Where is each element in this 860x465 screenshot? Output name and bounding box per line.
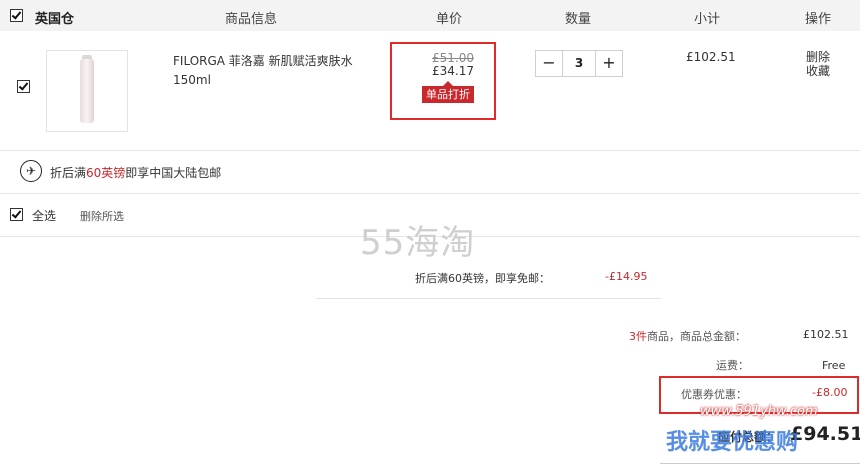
product-image[interactable]	[46, 50, 128, 132]
shipping-threshold: 60英镑	[86, 166, 126, 180]
coupon-value: -£8.00	[812, 386, 848, 399]
qty-minus-button[interactable]: −	[536, 51, 562, 76]
col-header-info: 商品信息	[225, 12, 278, 27]
watermark-55haitao: 55海淘	[360, 223, 476, 263]
goods-count: 3件商品，商品总金额：	[629, 328, 746, 344]
shipping-notice: 折后满60英镑即享中国大陆包邮	[50, 164, 221, 181]
select-all-checkbox[interactable]	[10, 208, 23, 221]
summary-divider	[316, 298, 661, 299]
free-shipping-value: -£14.95	[605, 270, 648, 283]
overlay-site-url: www.591yhw.com	[700, 404, 818, 419]
row-divider	[0, 150, 860, 151]
cart-header: 英国仓 商品信息 单价 数量 小计 操作	[0, 0, 860, 31]
item-subtotal: £102.51	[686, 50, 736, 64]
col-header-action: 操作	[805, 12, 832, 27]
unit-price: £34.17	[432, 64, 474, 78]
qty-input[interactable]: 3	[563, 51, 595, 76]
goods-count-number: 3件	[629, 330, 647, 343]
bottle-body	[80, 59, 94, 123]
select-all-label[interactable]: 全选	[32, 207, 56, 224]
airplane-icon: ✈	[20, 160, 42, 182]
product-name-line2: 150ml	[173, 73, 211, 87]
row-divider	[0, 193, 860, 194]
freight-value: Free	[822, 359, 846, 372]
overlay-site-text: 我就要优惠购	[666, 430, 799, 455]
discount-badge: 单品打折	[422, 86, 474, 103]
qty-plus-button[interactable]: +	[596, 51, 622, 76]
col-header-subtotal: 小计	[694, 12, 721, 27]
quantity-stepper: − 3 +	[535, 50, 623, 77]
favorite-link[interactable]: 收藏	[806, 64, 830, 78]
item-checkbox[interactable]	[17, 80, 30, 93]
original-price: £51.00	[432, 51, 474, 65]
goods-total-value: £102.51	[803, 328, 849, 341]
shipping-notice-suffix: 即享中国大陆包邮	[125, 166, 222, 180]
goods-count-text: 商品，商品总金额：	[647, 330, 746, 343]
product-name[interactable]: FILORGA 菲洛嘉 新肌赋活爽肤水 150ml	[173, 52, 353, 90]
delete-selected-link[interactable]: 删除所选	[80, 208, 124, 224]
badge-arrow	[443, 81, 453, 86]
shipping-notice-prefix: 折后满	[50, 166, 87, 180]
warehouse-checkbox[interactable]	[10, 9, 23, 22]
freight-label: 运费：	[716, 359, 749, 372]
col-header-qty: 数量	[565, 12, 592, 27]
bottom-divider	[660, 463, 860, 464]
free-shipping-label: 折后满60英镑，即享免邮：	[415, 272, 550, 285]
payable-value: £94.51	[790, 423, 860, 445]
product-name-line1: FILORGA 菲洛嘉 新肌赋活爽肤水	[173, 54, 353, 68]
coupon-label: 优惠券优惠：	[681, 388, 747, 401]
delete-link[interactable]: 删除	[806, 50, 830, 64]
warehouse-label: 英国仓	[35, 12, 75, 27]
col-header-price: 单价	[436, 12, 463, 27]
item-actions: 删除 收藏	[806, 50, 830, 78]
